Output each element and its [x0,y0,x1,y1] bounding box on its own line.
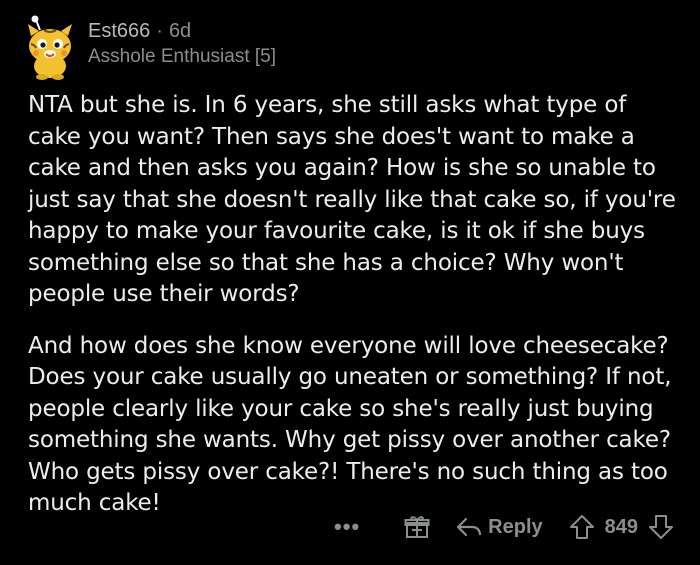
comment-meta: Est666 · 6d Asshole Enthusiast [5] [88,20,276,69]
gift-icon[interactable] [404,514,430,540]
comment-actions: ••• Reply 849 [334,510,674,544]
comment-meta-line: Est666 · 6d [88,19,276,43]
reply-button[interactable]: Reply [456,515,543,539]
comment-body: NTA but she is. In 6 years, she still as… [28,90,678,540]
reply-arrow-icon [457,517,482,537]
user-avatar[interactable] [22,14,78,80]
reply-label: Reply [488,515,543,538]
user-flair: Asshole Enthusiast [5] [88,46,276,67]
comment-age: 6d [168,20,192,42]
comment: Est666 · 6d Asshole Enthusiast [5] NTA b… [0,0,700,565]
comment-header: Est666 · 6d Asshole Enthusiast [5] [22,14,276,80]
meta-separator: · [156,20,163,42]
comment-paragraph: NTA but she is. In 6 years, she still as… [28,92,676,307]
more-options-button[interactable]: ••• [334,516,360,538]
upvote-arrow-icon[interactable] [569,514,595,540]
downvote-arrow-icon[interactable] [648,514,674,540]
comment-paragraph: And how does she know everyone will love… [28,332,672,517]
username-link[interactable]: Est666 [88,19,150,43]
vote-controls: 849 [569,514,674,540]
avatar-icon [28,15,72,80]
vote-score: 849 [604,515,638,538]
